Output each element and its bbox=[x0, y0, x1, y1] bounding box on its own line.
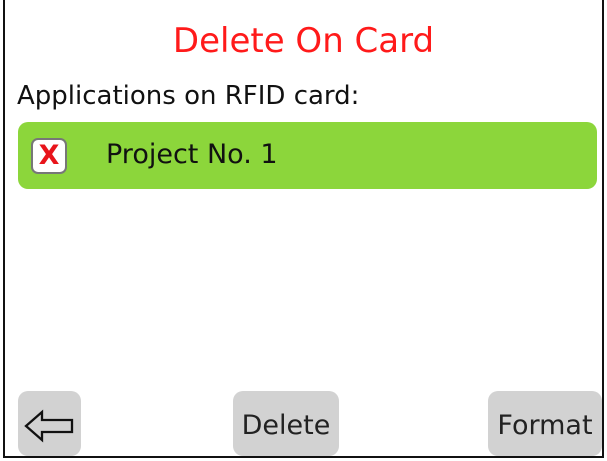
applications-label: Applications on RFID card: bbox=[17, 81, 360, 111]
page-title: Delete On Card bbox=[172, 21, 435, 61]
back-button[interactable] bbox=[18, 391, 81, 456]
left-arrow-icon bbox=[24, 409, 74, 443]
application-checkbox[interactable]: X bbox=[31, 138, 67, 174]
rfid-delete-screen: Delete On Card Applications on RFID card… bbox=[3, 0, 604, 458]
application-name: Project No. 1 bbox=[106, 139, 278, 170]
delete-button[interactable]: Delete bbox=[233, 391, 339, 456]
application-list-item[interactable]: X Project No. 1 bbox=[18, 122, 597, 189]
format-button[interactable]: Format bbox=[488, 391, 602, 456]
